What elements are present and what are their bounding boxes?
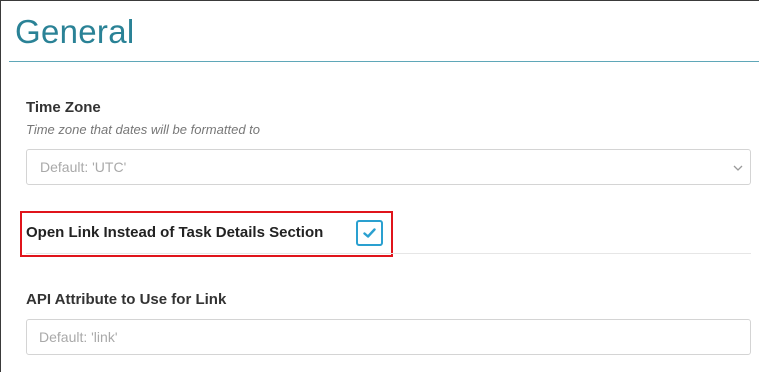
timezone-select[interactable]: Default: 'UTC'	[26, 149, 751, 185]
page-title: General	[15, 13, 135, 50]
timezone-label: Time Zone	[26, 99, 101, 116]
api-attribute-label: API Attribute to Use for Link	[26, 291, 227, 308]
timezone-select-value: Default: 'UTC'	[40, 159, 127, 175]
api-attribute-input[interactable]	[26, 319, 751, 355]
open-link-checkbox[interactable]	[356, 220, 383, 246]
timezone-description: Time zone that dates will be formatted t…	[26, 122, 260, 137]
section-divider	[26, 253, 751, 254]
checkmark-icon	[363, 228, 376, 238]
settings-panel: General Time Zone Time zone that dates w…	[0, 0, 759, 372]
open-link-label: Open Link Instead of Task Details Sectio…	[26, 224, 324, 241]
title-divider	[9, 61, 759, 62]
chevron-down-icon	[732, 161, 744, 173]
